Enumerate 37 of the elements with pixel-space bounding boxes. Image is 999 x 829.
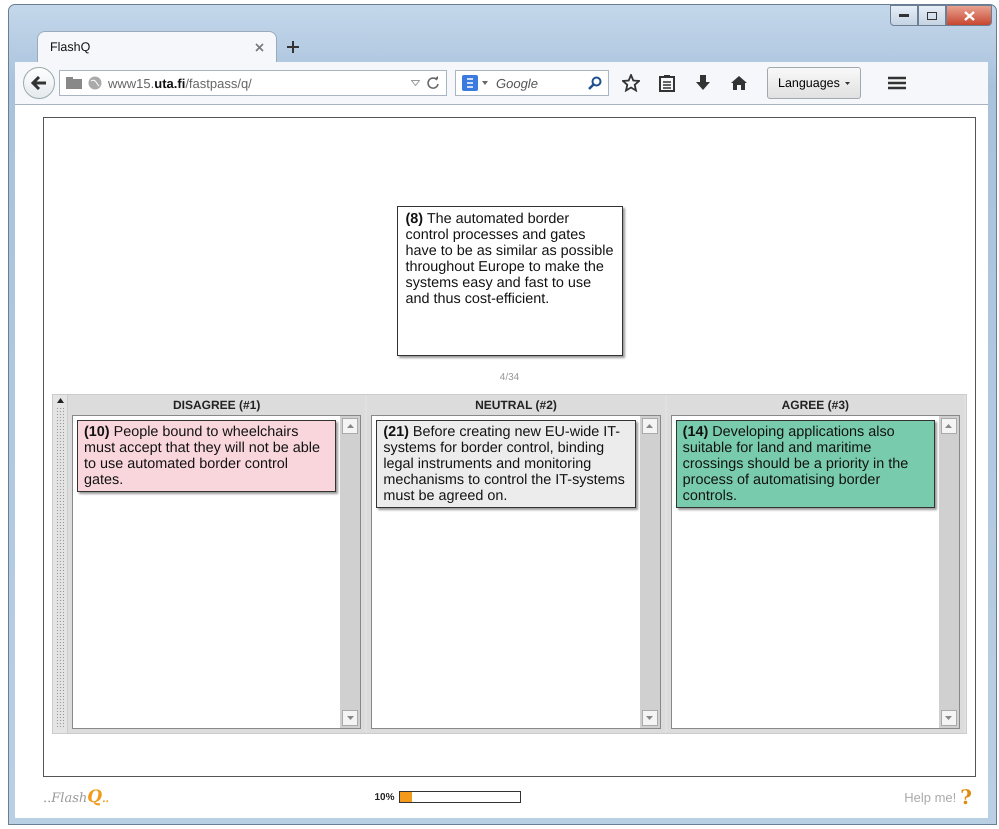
back-icon[interactable] xyxy=(23,67,55,99)
dropdown-icon[interactable] xyxy=(411,80,420,86)
resize-handle[interactable] xyxy=(53,395,68,733)
scrollbar[interactable] xyxy=(340,416,360,728)
search-box[interactable]: Google xyxy=(455,70,609,96)
minimize-icon[interactable] xyxy=(890,5,918,26)
scroll-up-icon[interactable] xyxy=(940,418,957,434)
scroll-up-icon[interactable] xyxy=(642,418,658,434)
statement-card[interactable]: (10) People bound to wheelchairs must accept that they will not be able to use automated border control gates. xyxy=(77,420,336,492)
scroll-down-icon[interactable] xyxy=(642,710,658,726)
scroll-down-icon[interactable] xyxy=(940,710,957,726)
column-header: NEUTRAL (#2) xyxy=(474,397,558,414)
scroll-up-icon[interactable] xyxy=(342,418,358,434)
scrollbar[interactable] xyxy=(640,416,660,728)
close-icon[interactable] xyxy=(946,5,992,26)
column-header: DISAGREE (#1) xyxy=(172,397,262,414)
search-icon[interactable] xyxy=(588,76,602,90)
new-tab-icon[interactable] xyxy=(287,41,299,53)
globe-icon xyxy=(88,76,102,90)
scrollbar[interactable] xyxy=(938,416,959,728)
caret-icon xyxy=(844,82,850,84)
statement-counter: 4/34 xyxy=(500,372,520,385)
close-icon[interactable] xyxy=(255,42,264,52)
maximize-icon[interactable] xyxy=(918,5,946,26)
browser-tab[interactable]: FlashQ xyxy=(37,31,277,62)
progress-label: 10% xyxy=(374,792,394,802)
statement-card[interactable]: (14) Developing applications also suitable for land and maritime crossings should be a priority in the process of automatising border controls. xyxy=(676,420,935,508)
column-header: AGREE (#3) xyxy=(780,397,850,414)
reload-icon[interactable] xyxy=(426,76,440,90)
statement-card[interactable]: (8) The automated border control processes and gates have to be as similar as possible throughout Europe to make the systems easy and fast to use and thus cost-efficient. xyxy=(396,206,622,356)
folder-icon xyxy=(66,77,82,89)
languages-button[interactable]: Languages xyxy=(767,67,861,99)
search-engine-icon[interactable] xyxy=(462,75,490,91)
statement-card[interactable]: (21) Before creating new EU-wide IT-systems for border control, binding legal instruments and monitoring mechanisms to control the IT-systems must be agreed on. xyxy=(376,420,636,508)
address-field[interactable]: www15.uta.fi/fastpass/q/ xyxy=(59,70,447,96)
flashq-logo: ..FlashQ.. xyxy=(43,787,110,807)
scroll-down-icon[interactable] xyxy=(342,710,358,726)
